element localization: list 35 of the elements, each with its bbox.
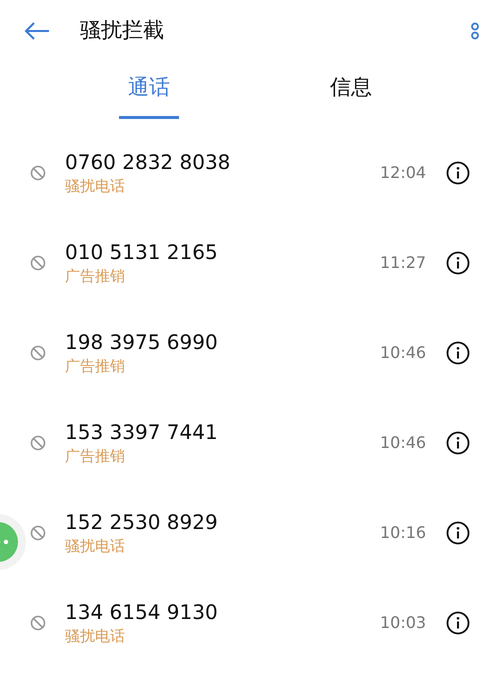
info-button[interactable] — [446, 341, 470, 365]
phone-number: 134 6154 9130 — [65, 598, 218, 625]
call-tag: 骚扰电话 — [65, 534, 125, 558]
call-time: 10:46 — [380, 432, 428, 454]
call-time: 11:27 — [380, 252, 428, 274]
call-tag: 广告推销 — [65, 354, 125, 378]
more-icon[interactable] — [470, 22, 480, 40]
info-button[interactable] — [446, 611, 470, 635]
call-time: 12:04 — [380, 162, 428, 184]
phone-number: 010 5131 2165 — [65, 238, 218, 265]
blocked-icon — [30, 615, 46, 631]
call-time: 10:16 — [380, 522, 428, 544]
phone-number: 0760 2832 8038 — [65, 148, 230, 175]
phone-number: 198 3975 6990 — [65, 328, 218, 355]
call-time: 10:03 — [380, 612, 428, 634]
info-button[interactable] — [446, 251, 470, 275]
phone-number: 153 3397 7441 — [65, 418, 218, 445]
page-title: 骚扰拦截 — [80, 17, 164, 44]
blocked-icon — [30, 525, 46, 541]
blocked-icon — [30, 255, 46, 271]
call-tag: 骚扰电话 — [65, 624, 125, 648]
tab[interactable]: 信息 — [321, 62, 381, 118]
info-button[interactable] — [446, 161, 470, 185]
blocked-icon — [30, 345, 46, 361]
phone-number: 152 2530 8929 — [65, 508, 218, 535]
info-button[interactable] — [446, 521, 470, 545]
call-time: 10:46 — [380, 342, 428, 364]
blocked-icon — [30, 435, 46, 451]
tab[interactable]: 通话 — [119, 62, 179, 118]
call-tag: 骚扰电话 — [65, 174, 125, 198]
call-tag: 广告推销 — [65, 264, 125, 288]
info-button[interactable] — [446, 431, 470, 455]
call-tag: 广告推销 — [65, 444, 125, 468]
back-icon[interactable] — [24, 22, 50, 40]
blocked-icon — [30, 165, 46, 181]
